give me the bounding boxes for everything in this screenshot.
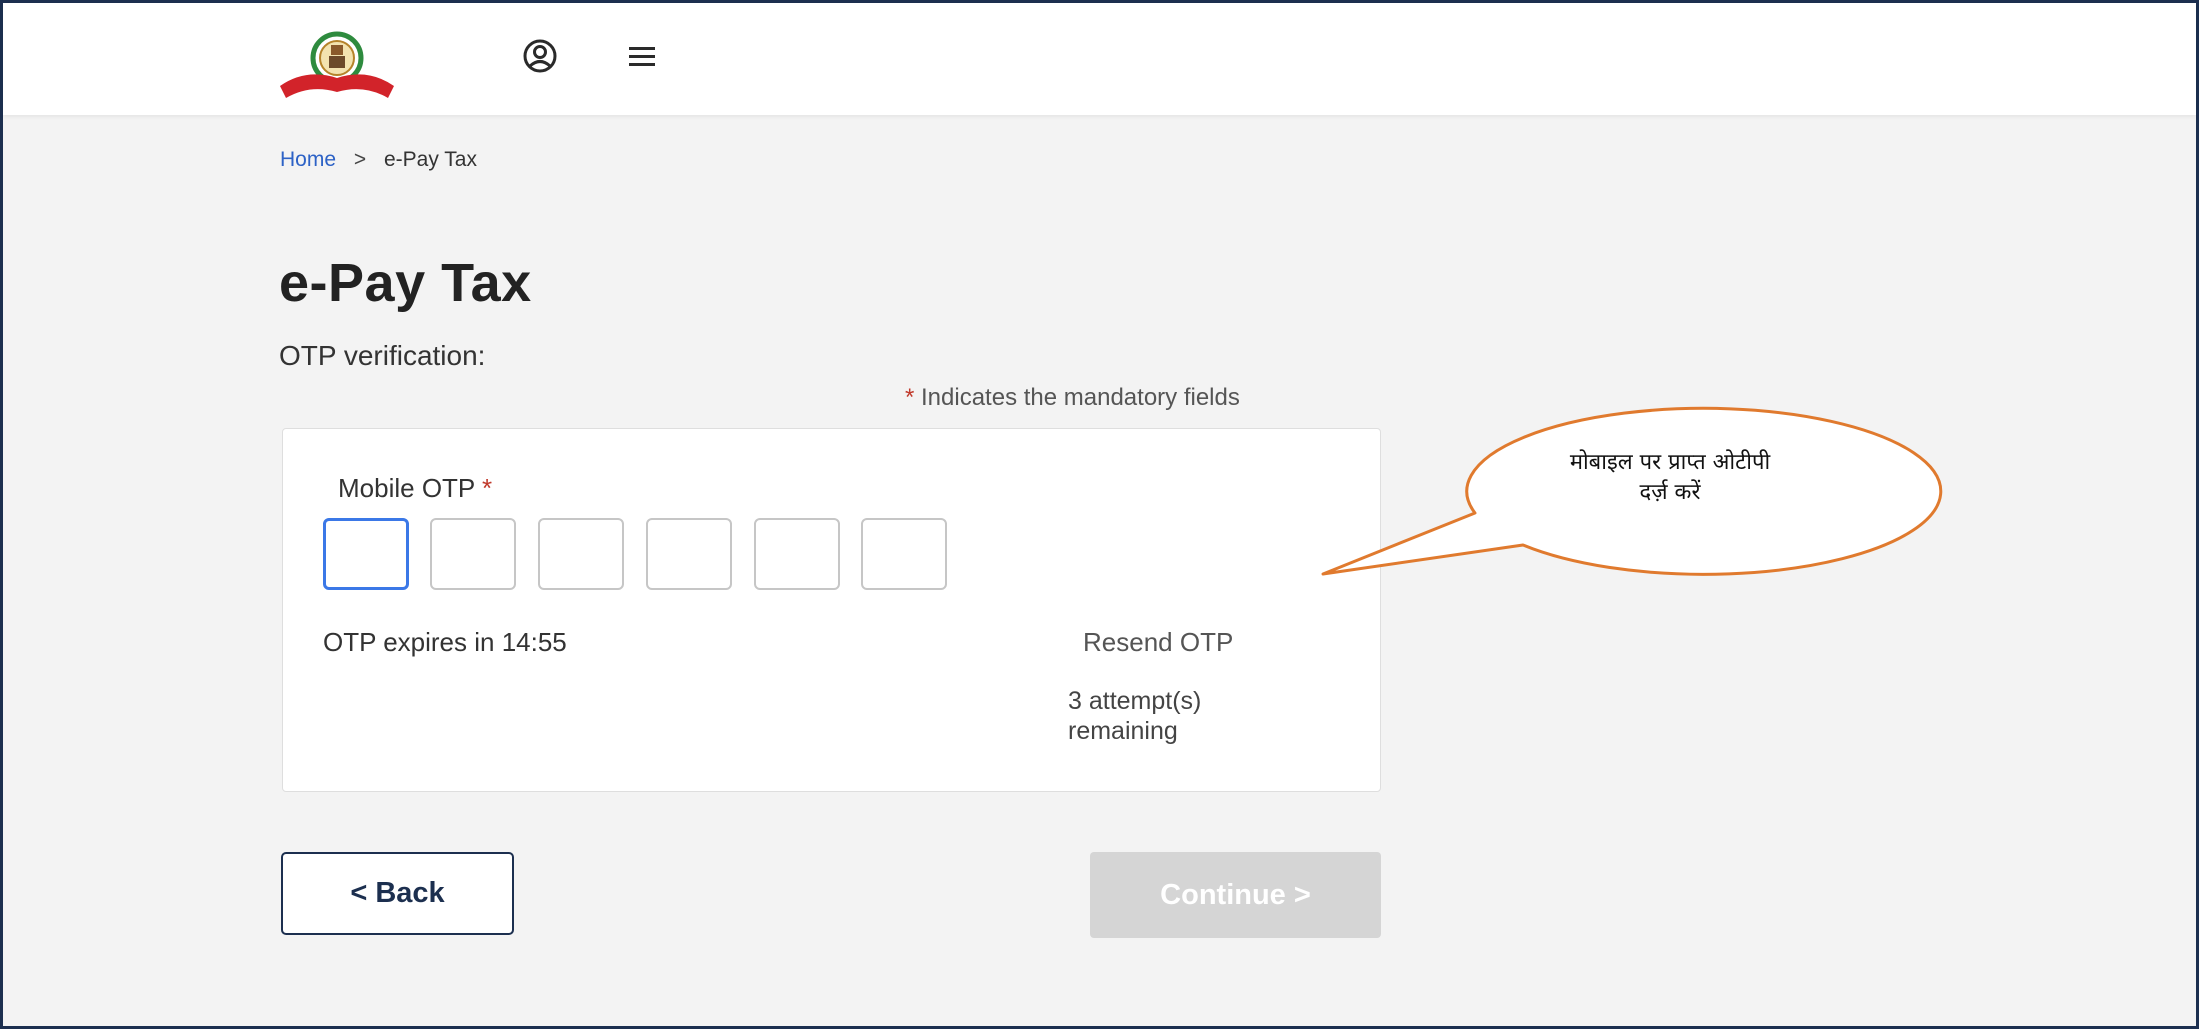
breadcrumb-separator: > [353, 148, 367, 171]
callout-line-1: मोबाइल पर प्राप्त ओटीपी [1569, 450, 1771, 475]
page-title: e-Pay Tax [279, 253, 532, 313]
page-subtitle: OTP verification: [279, 340, 486, 371]
otp-expiry-timer: OTP expires in 14:55 [323, 627, 567, 657]
breadcrumb-home-link[interactable]: Home [280, 148, 336, 171]
required-star: * [482, 473, 493, 503]
user-circle-icon[interactable] [518, 34, 562, 78]
hamburger-menu-icon[interactable] [621, 34, 665, 78]
attempts-line-1: 3 attempt(s) [1068, 687, 1202, 715]
back-button[interactable]: < Back [281, 852, 514, 935]
mobile-otp-label-text: Mobile OTP [338, 473, 475, 503]
attempts-line-2: remaining [1068, 717, 1178, 745]
otp-digit-1[interactable] [323, 518, 409, 590]
continue-button[interactable]: Continue > [1090, 852, 1381, 938]
otp-digit-2[interactable] [430, 518, 516, 590]
resend-otp-link[interactable]: Resend OTP [1083, 627, 1233, 658]
otp-digit-4[interactable] [646, 518, 732, 590]
otp-digit-3[interactable] [538, 518, 624, 590]
callout-line-2: दर्ज़ करें [1639, 480, 1701, 505]
mandatory-fields-note: * Indicates the mandatory fields [905, 384, 1240, 412]
mandatory-star: * [905, 384, 915, 411]
otp-digit-5[interactable] [754, 518, 840, 590]
breadcrumb-current: e-Pay Tax [383, 148, 477, 171]
attempts-remaining: 3 attempt(s) remaining [1068, 686, 1268, 746]
income-tax-department-emblem-icon[interactable] [276, 28, 398, 100]
otp-digit-6[interactable] [861, 518, 947, 590]
mobile-otp-label: Mobile OTP * [338, 473, 492, 504]
callout-annotation-text: मोबाइल पर प्राप्त ओटीपी दर्ज़ करें [1470, 448, 1870, 508]
mandatory-note-text: Indicates the mandatory fields [921, 384, 1240, 411]
breadcrumb: Home > e-Pay Tax [280, 148, 477, 172]
